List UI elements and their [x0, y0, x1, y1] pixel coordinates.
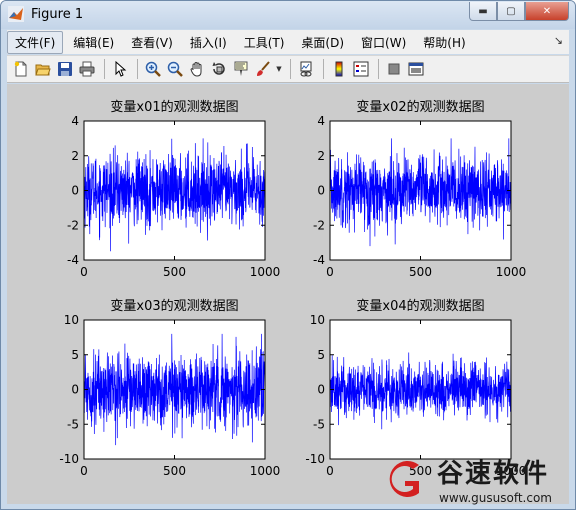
- y-tick-label: -5: [313, 417, 325, 431]
- subplot-title: 变量x01的观测数据图: [110, 99, 238, 115]
- menubar-dock-arrow-icon[interactable]: ↘: [554, 34, 563, 47]
- subplot-2: 0 500 1000 -4 -2 0 2 4 变量x02的观测数据图: [313, 99, 526, 279]
- title-bar[interactable]: Figure 1 ▬ ▢ ✕: [1, 1, 575, 29]
- zoom-in-icon[interactable]: [143, 59, 163, 79]
- figure-window: Figure 1 ▬ ▢ ✕ 文件(F) 编辑(E) 查看(V) 插入(I) 工…: [0, 0, 576, 510]
- insert-colorbar-icon[interactable]: [329, 59, 349, 79]
- brush-dropdown-icon[interactable]: ▼: [275, 59, 283, 79]
- y-tick-label: 5: [317, 348, 325, 362]
- y-tick-label: 4: [71, 114, 79, 128]
- x-tick-label: 0: [326, 265, 334, 279]
- subplot-1: 0 500 1000 -4 -2 0 2 4 变量x01的观测数据图: [67, 99, 280, 279]
- menu-edit[interactable]: 编辑(E): [66, 32, 121, 53]
- y-tick-label: 0: [71, 383, 79, 397]
- pan-icon[interactable]: [187, 59, 207, 79]
- y-tick-label: -10: [59, 452, 79, 466]
- x-tick-label: 1000: [250, 265, 281, 279]
- menu-tools[interactable]: 工具(T): [237, 32, 292, 53]
- figure-canvas[interactable]: 0 500 1000 -4 -2 0 2 4 变量x01的观测数据图 0 500 1000 -4 -2 0 2…: [7, 84, 569, 504]
- x-tick-label: 0: [80, 464, 88, 478]
- y-tick-label: 0: [71, 184, 79, 198]
- subplot-3: 0 500 1000 -10 -5 0 5 10 变量x03的观测数据图: [59, 298, 280, 478]
- toolbar-separator: [290, 59, 291, 79]
- y-tick-label: -5: [67, 417, 79, 431]
- close-button[interactable]: ✕: [525, 2, 569, 21]
- menu-insert[interactable]: 插入(I): [183, 32, 234, 53]
- y-tick-label: -10: [305, 452, 325, 466]
- y-tick-label: 10: [310, 313, 325, 327]
- y-tick-label: 4: [317, 114, 325, 128]
- y-tick-label: 0: [317, 383, 325, 397]
- menu-file[interactable]: 文件(F): [7, 30, 64, 54]
- x-tick-label: 1000: [250, 464, 281, 478]
- zoom-out-icon[interactable]: [165, 59, 185, 79]
- y-tick-label: 2: [317, 149, 325, 163]
- show-plot-tools-icon[interactable]: [406, 59, 426, 79]
- minimize-button[interactable]: ▬: [469, 2, 497, 21]
- y-tick-label: 0: [317, 184, 325, 198]
- toolbar-separator: [137, 59, 138, 79]
- new-figure-icon[interactable]: [11, 59, 31, 79]
- edit-plot-icon[interactable]: [110, 59, 130, 79]
- y-tick-label: 2: [71, 149, 79, 163]
- y-tick-label: -4: [67, 253, 79, 267]
- watermark-name: 谷速软件: [437, 459, 550, 489]
- plots-canvas: 0 500 1000-4-2024变量x01的观测数据图0 500 1000-4-202…: [59, 99, 526, 478]
- x-tick-label: 1000: [496, 265, 527, 279]
- hide-plot-tools-icon[interactable]: [384, 59, 404, 79]
- matlab-icon: [8, 6, 24, 22]
- menu-help[interactable]: 帮助(H): [416, 32, 472, 53]
- link-plot-icon[interactable]: [296, 59, 316, 79]
- x-tick-label: 0: [80, 265, 88, 279]
- watermark-url: www.gususoft.com: [439, 491, 552, 505]
- toolbar-separator: [323, 59, 324, 79]
- y-tick-label: -4: [313, 253, 325, 267]
- toolbar-separator: [378, 59, 379, 79]
- menu-bar: 文件(F) 编辑(E) 查看(V) 插入(I) 工具(T) 桌面(D) 窗口(W…: [7, 30, 569, 54]
- gususoft-logo: [389, 461, 419, 497]
- x-tick-label: 500: [163, 464, 186, 478]
- save-icon[interactable]: [55, 59, 75, 79]
- toolbar-separator: [104, 59, 105, 79]
- brush-icon[interactable]: [253, 59, 273, 79]
- x-tick-label: 500: [163, 265, 186, 279]
- figure-toolbar: ▼: [7, 55, 569, 83]
- menu-window[interactable]: 窗口(W): [354, 32, 413, 53]
- data-cursor-icon[interactable]: [231, 59, 251, 79]
- open-file-icon[interactable]: [33, 59, 53, 79]
- subplot-title: 变量x04的观测数据图: [356, 298, 484, 314]
- subplot-title: 变量x03的观测数据图: [110, 298, 238, 314]
- rotate-3d-icon[interactable]: [209, 59, 229, 79]
- subplot-title: 变量x02的观测数据图: [356, 99, 484, 115]
- watermark: 谷速软件 www.gususoft.com: [379, 453, 575, 509]
- x-tick-label: 500: [409, 265, 432, 279]
- print-icon[interactable]: [77, 59, 97, 79]
- y-tick-label: 10: [64, 313, 79, 327]
- menu-desktop[interactable]: 桌面(D): [294, 32, 351, 53]
- menu-view[interactable]: 查看(V): [124, 32, 180, 53]
- subplot-4: 0 500 1000-10-50510变量x04的观测数据图: [305, 298, 526, 478]
- y-tick-label: -2: [313, 218, 325, 232]
- insert-legend-icon[interactable]: [351, 59, 371, 79]
- x-tick-label: 0: [326, 464, 334, 478]
- window-title: Figure 1: [31, 7, 84, 22]
- y-tick-label: -2: [67, 218, 79, 232]
- maximize-button[interactable]: ▢: [497, 2, 525, 21]
- y-tick-label: 5: [71, 348, 79, 362]
